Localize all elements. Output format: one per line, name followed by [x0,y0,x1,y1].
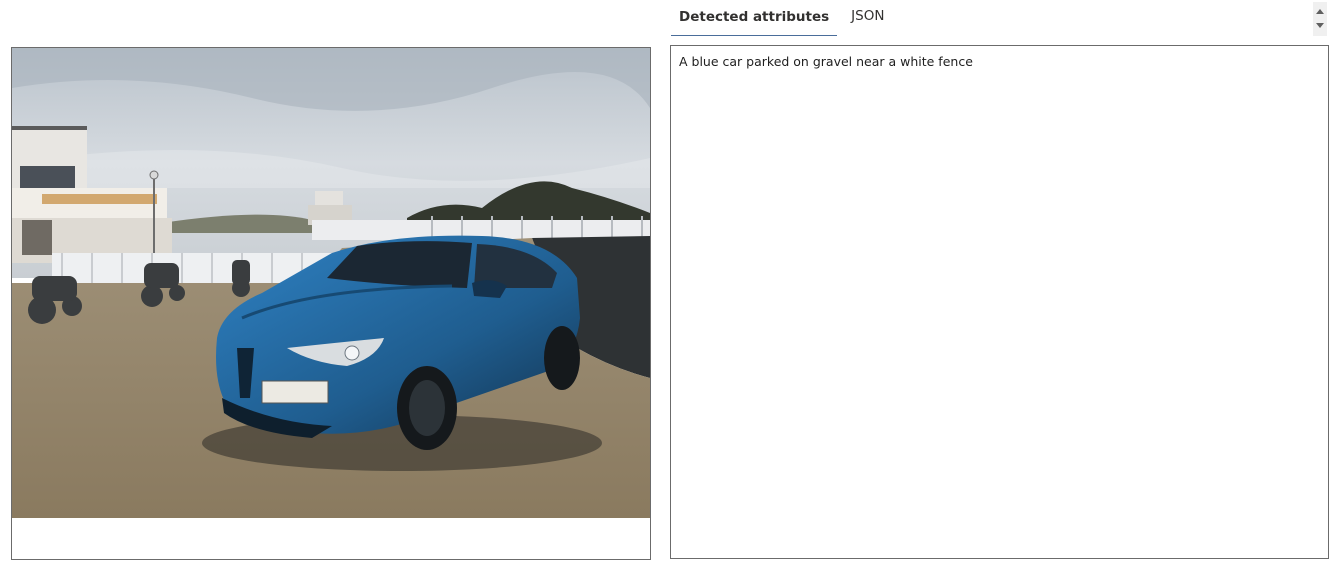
car-photo [12,48,650,518]
chevron-up-icon[interactable] [1316,9,1324,14]
chevron-down-icon[interactable] [1316,23,1324,28]
result-panel: A blue car parked on gravel near a white… [670,45,1329,559]
result-tabs: Detected attributes JSON [671,0,898,36]
image-preview-panel [11,47,651,560]
caption-text: A blue car parked on gravel near a white… [679,54,973,69]
tab-detected-attributes[interactable]: Detected attributes [671,6,838,36]
tab-json[interactable]: JSON [843,5,892,36]
tab-scroll-control[interactable] [1313,2,1327,36]
